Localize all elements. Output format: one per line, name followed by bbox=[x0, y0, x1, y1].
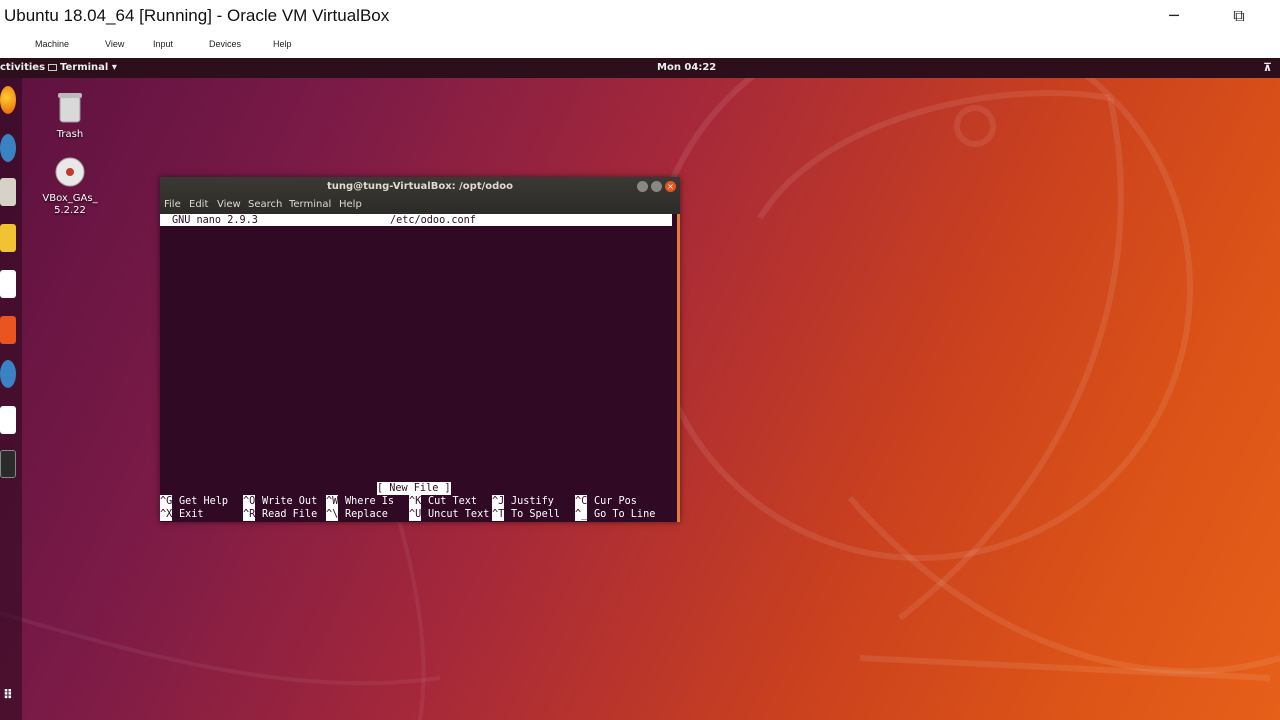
shortcut-write-out: Write Out bbox=[262, 496, 318, 507]
vbox-window-title: Ubuntu 18.04_64 [Running] - Oracle VM Vi… bbox=[4, 6, 390, 25]
minimize-button[interactable]: ─ bbox=[1154, 4, 1194, 28]
disc-label-line1: VBox_GAs_ bbox=[42, 193, 98, 204]
terminal-menu-view[interactable]: View bbox=[217, 199, 241, 210]
menu-devices[interactable]: Devices bbox=[209, 39, 241, 49]
shortcut-key: ^R bbox=[243, 508, 256, 521]
shortcut-cur-pos: Cur Pos bbox=[594, 496, 637, 507]
activities-button[interactable]: ctivities bbox=[0, 62, 45, 73]
shortcut-key: ^\ bbox=[326, 508, 339, 521]
shortcut-key: ^C bbox=[575, 495, 588, 508]
shortcut-key: ^O bbox=[243, 495, 256, 508]
menu-machine[interactable]: Machine bbox=[35, 39, 69, 49]
help-icon[interactable] bbox=[0, 360, 16, 388]
shortcut-uncut-text: Uncut Text bbox=[428, 509, 490, 520]
nano-editor[interactable]: GNU nano 2.9.3 /etc/odoo.conf [ New File… bbox=[160, 214, 680, 522]
shortcut-to-spell: To Spell bbox=[511, 509, 561, 520]
terminal-menu-terminal[interactable]: Terminal bbox=[289, 199, 331, 210]
nano-version: GNU nano 2.9.3 bbox=[172, 215, 258, 226]
restore-button[interactable]: ⧉ bbox=[1219, 4, 1259, 28]
ubuntu-topbar: ctivities Terminal ▾ Mon 04:22 ⊼ bbox=[0, 58, 1280, 78]
menu-input[interactable]: Input bbox=[153, 39, 173, 49]
vbox-gas-desktop-icon[interactable]: VBox_GAs_ 5.2.22 bbox=[38, 156, 102, 217]
firefox-icon[interactable] bbox=[0, 86, 16, 114]
shortcut-key: ^G bbox=[160, 495, 173, 508]
trash-icon bbox=[58, 93, 82, 123]
terminal-small-icon bbox=[48, 63, 57, 71]
menu-view[interactable]: View bbox=[105, 39, 124, 49]
terminal-minimize-icon[interactable] bbox=[637, 181, 648, 192]
terminal-menu-edit[interactable]: Edit bbox=[189, 199, 208, 210]
terminal-dock-icon[interactable] bbox=[0, 450, 16, 478]
vbox-menubar: Machine View Input Devices Help bbox=[0, 34, 1280, 58]
nano-header: GNU nano 2.9.3 /etc/odoo.conf bbox=[160, 214, 672, 226]
trash-desktop-icon[interactable]: Trash bbox=[44, 90, 96, 141]
shortcut-go-to-line: Go To Line bbox=[594, 509, 656, 520]
nano-status-new-file: [ New File ] bbox=[377, 482, 451, 495]
app-menu-terminal[interactable]: Terminal ▾ bbox=[48, 62, 117, 73]
terminal-window[interactable]: tung@tung-VirtualBox: /opt/odoo × File E… bbox=[160, 177, 680, 522]
shortcut-key: ^X bbox=[160, 508, 173, 521]
menu-help[interactable]: Help bbox=[273, 39, 292, 49]
network-icon[interactable]: ⊼ bbox=[1263, 61, 1272, 74]
shortcut-key: ^_ bbox=[575, 508, 588, 521]
shortcut-key: ^U bbox=[409, 508, 422, 521]
terminal-menu-help[interactable]: Help bbox=[339, 199, 362, 210]
terminal-maximize-icon[interactable] bbox=[651, 181, 662, 192]
shortcut-replace: Replace bbox=[345, 509, 388, 520]
shortcut-key: ^K bbox=[409, 495, 422, 508]
nano-filename: /etc/odoo.conf bbox=[390, 215, 476, 226]
files-icon[interactable] bbox=[0, 178, 16, 206]
shortcut-key: ^W bbox=[326, 495, 339, 508]
terminal-title: tung@tung-VirtualBox: /opt/odoo bbox=[326, 181, 514, 192]
amazon-icon[interactable] bbox=[0, 406, 16, 434]
shortcut-read-file: Read File bbox=[262, 509, 318, 520]
shortcut-key: ^J bbox=[492, 495, 505, 508]
vbox-titlebar: Ubuntu 18.04_64 [Running] - Oracle VM Vi… bbox=[0, 0, 1280, 34]
rhythmbox-icon[interactable] bbox=[0, 224, 16, 252]
guest-screen: ctivities Terminal ▾ Mon 04:22 ⊼ ⠿ Trash… bbox=[0, 58, 1280, 720]
app-menu-label: Terminal ▾ bbox=[60, 62, 117, 73]
shortcut-get-help: Get Help bbox=[179, 496, 229, 507]
terminal-menu-search[interactable]: Search bbox=[248, 199, 282, 210]
writer-icon[interactable] bbox=[0, 270, 16, 298]
shortcut-cut-text: Cut Text bbox=[428, 496, 478, 507]
terminal-menu-file[interactable]: File bbox=[164, 199, 181, 210]
clock[interactable]: Mon 04:22 bbox=[657, 62, 716, 73]
show-apps-icon[interactable]: ⠿ bbox=[0, 688, 16, 703]
disc-label-line2: 5.2.22 bbox=[54, 205, 86, 216]
shortcut-exit: Exit bbox=[179, 509, 204, 520]
dock: ⠿ bbox=[0, 78, 22, 720]
terminal-close-icon[interactable]: × bbox=[665, 181, 676, 192]
disc-icon bbox=[55, 157, 85, 187]
shortcut-where-is: Where Is bbox=[345, 496, 395, 507]
software-icon[interactable] bbox=[0, 316, 16, 344]
thunderbird-icon[interactable] bbox=[0, 134, 16, 162]
terminal-scrollbar[interactable] bbox=[677, 214, 680, 522]
trash-label: Trash bbox=[56, 129, 84, 140]
shortcut-justify: Justify bbox=[511, 496, 554, 507]
terminal-headerbar[interactable]: tung@tung-VirtualBox: /opt/odoo × File E… bbox=[160, 177, 680, 214]
shortcut-key: ^T bbox=[492, 508, 505, 521]
